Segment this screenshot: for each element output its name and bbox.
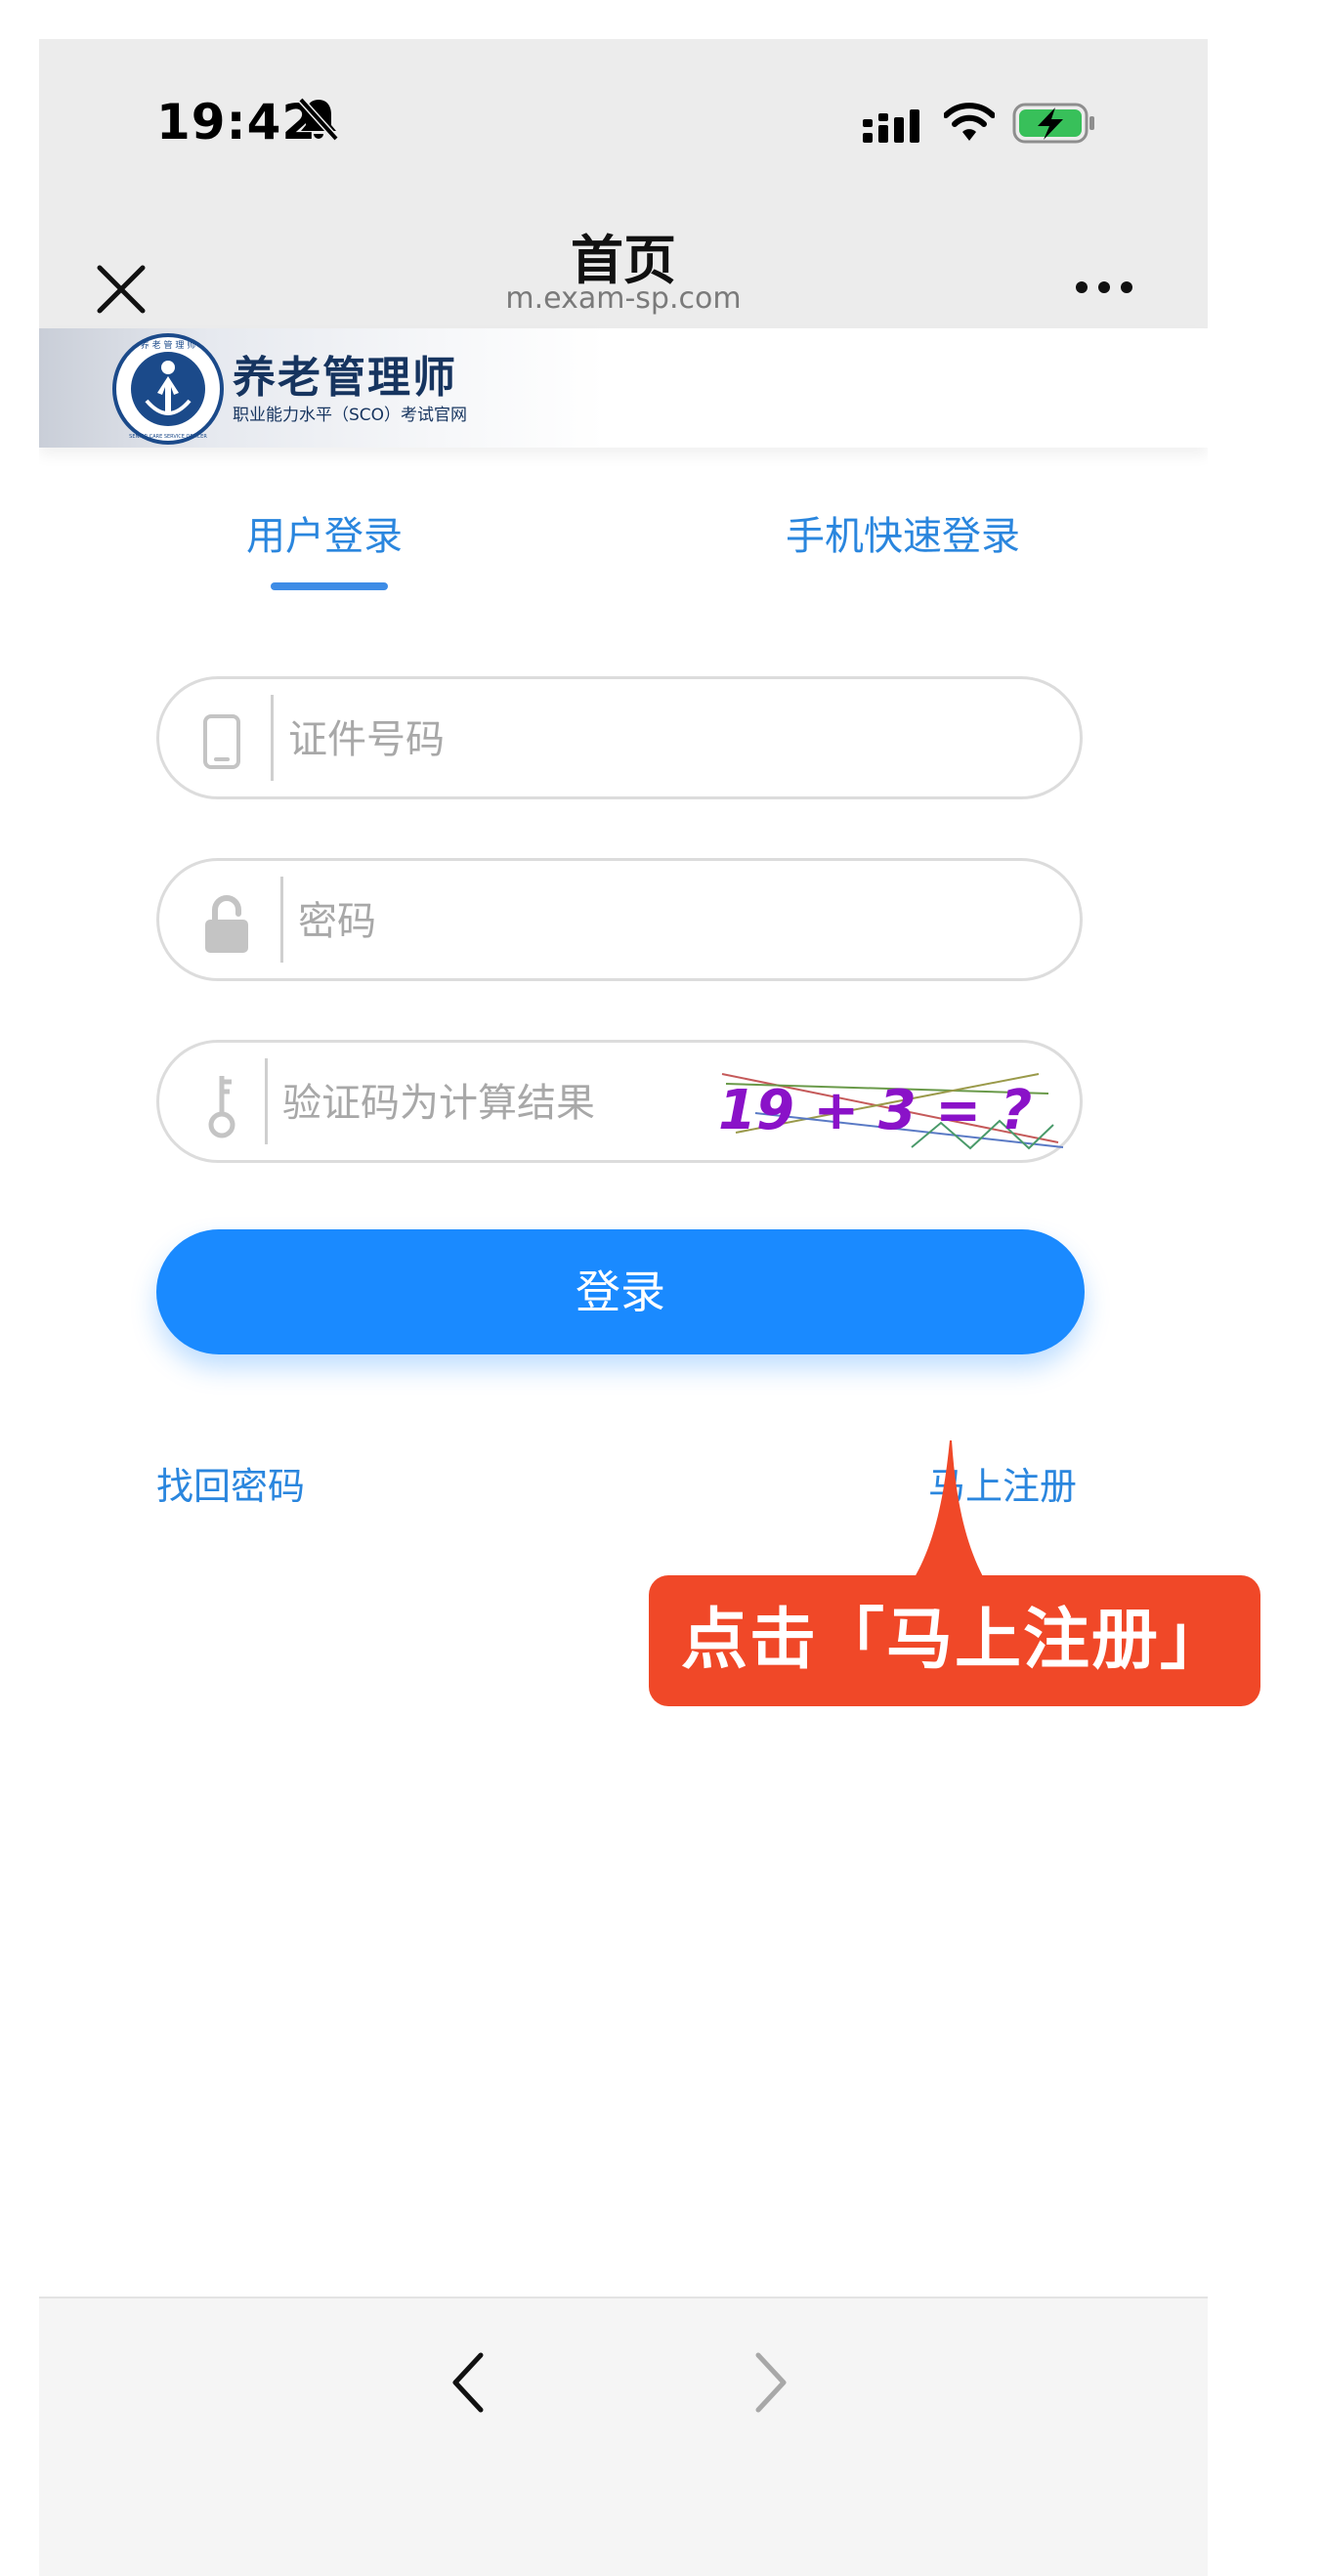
site-banner: 养 老 管 理 师 SENIOR CARE SERVICE OFFICER 养老… xyxy=(39,328,1208,448)
callout-pointer xyxy=(909,1440,989,1587)
cellular-signal-icon xyxy=(863,109,919,143)
field-divider xyxy=(280,877,283,963)
field-divider xyxy=(265,1058,268,1144)
active-tab-indicator xyxy=(271,582,388,590)
status-time: 19:42 xyxy=(156,94,318,150)
mute-bell-icon xyxy=(298,97,339,142)
password-input[interactable] xyxy=(296,886,1052,957)
forward-arrow-icon[interactable] xyxy=(750,2351,790,2414)
status-bar: 19:42 xyxy=(39,39,1208,186)
captcha-input[interactable] xyxy=(280,1068,714,1138)
password-field[interactable] xyxy=(156,858,1083,981)
site-logo-subtitle: 职业能力水平（SCO）考试官网 xyxy=(233,406,468,425)
tab-user-login[interactable]: 用户登录 xyxy=(246,504,403,561)
page-url: m.exam-sp.com xyxy=(505,281,742,316)
mobile-phone-icon xyxy=(203,714,240,769)
id-number-field[interactable] xyxy=(156,676,1083,799)
captcha-text: 19 + 3 = ? xyxy=(718,1079,1032,1142)
forgot-password-link[interactable]: 找回密码 xyxy=(156,1456,305,1510)
browser-bottom-bar xyxy=(39,2297,1208,2576)
annotation-callout: 点击「马上注册」 xyxy=(649,1575,1260,1706)
field-divider xyxy=(271,695,274,781)
emblem-text: 养 老 管 理 师 xyxy=(141,339,195,351)
emblem-ring-text: SENIOR CARE SERVICE OFFICER xyxy=(129,434,207,440)
phone-screen: 19:42 首页 m.exam-sp.com 养 老 管 理 师 SENIOR … xyxy=(39,39,1208,2576)
captcha-image[interactable]: 19 + 3 = ? xyxy=(716,1054,1068,1154)
wifi-icon xyxy=(944,103,995,141)
site-logo-title: 养老管理师 xyxy=(233,353,457,403)
lock-icon xyxy=(205,895,248,953)
login-button[interactable]: 登录 xyxy=(156,1229,1085,1354)
more-options-icon[interactable] xyxy=(1075,279,1133,295)
captcha-field[interactable]: 19 + 3 = ? xyxy=(156,1040,1083,1163)
battery-charging-icon xyxy=(1012,103,1094,144)
id-number-input[interactable] xyxy=(286,705,1052,775)
back-arrow-icon[interactable] xyxy=(449,2351,489,2414)
browser-nav-bar: 首页 m.exam-sp.com xyxy=(39,186,1208,328)
key-icon xyxy=(208,1076,235,1138)
site-emblem-logo: 养 老 管 理 师 SENIOR CARE SERVICE OFFICER xyxy=(112,333,224,445)
tab-phone-quick-login[interactable]: 手机快速登录 xyxy=(786,504,1020,561)
